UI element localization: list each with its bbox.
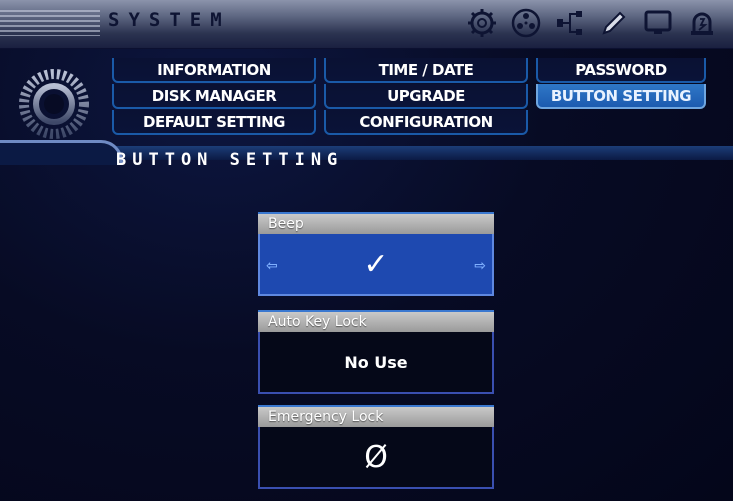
menu-item-default-setting[interactable]: DEFAULT SETTING [112, 110, 316, 135]
system-menu: INFORMATION TIME / DATE PASSWORD DISK MA… [112, 58, 706, 135]
reel-icon[interactable] [509, 6, 543, 40]
empty-set-icon: Ø [364, 439, 388, 475]
menu-item-configuration[interactable]: CONFIGURATION [324, 110, 528, 135]
menu-item-disk-manager[interactable]: DISK MANAGER [112, 84, 316, 109]
alarm-icon[interactable] [685, 6, 719, 40]
section-title: BUTTON SETTING [116, 150, 344, 170]
setting-beep: Beep ⇦ ✓ ⇨ [258, 212, 494, 296]
emergency-lock-value-selector[interactable]: Ø [258, 427, 494, 489]
beep-value-selector[interactable]: ⇦ ✓ ⇨ [258, 234, 494, 296]
checkmark-icon: ✓ [363, 246, 389, 282]
app-title: SYSTEM [108, 9, 231, 31]
setting-label: Emergency Lock [258, 405, 494, 427]
menu-item-information[interactable]: INFORMATION [112, 58, 316, 83]
pen-icon[interactable] [597, 6, 631, 40]
menu-item-time-date[interactable]: TIME / DATE [324, 58, 528, 83]
section-divider-curve [0, 140, 123, 165]
auto-key-lock-value-selector[interactable]: No Use [258, 332, 494, 394]
setting-label: Beep [258, 212, 494, 234]
setting-auto-key-lock: Auto Key Lock No Use [258, 310, 494, 394]
topbar-streaks [0, 10, 100, 36]
top-bar: SYSTEM [0, 0, 733, 49]
menu-item-button-setting[interactable]: BUTTON SETTING [536, 84, 706, 109]
setting-emergency-lock: Emergency Lock Ø [258, 405, 494, 489]
network-icon[interactable] [553, 6, 587, 40]
monitor-icon[interactable] [641, 6, 675, 40]
system-screen: SYSTEM INFORMATION TIME / DATE PASSWORD … [0, 0, 733, 501]
gear-icon[interactable] [465, 6, 499, 40]
menu-item-empty [536, 110, 706, 135]
arrow-right-icon[interactable]: ⇨ [474, 258, 486, 274]
toolbar-icons [465, 6, 719, 40]
setting-value: No Use [344, 352, 408, 372]
menu-item-password[interactable]: PASSWORD [536, 58, 706, 83]
gear-logo [16, 58, 92, 150]
arrow-left-icon[interactable]: ⇦ [266, 258, 278, 274]
menu-item-upgrade[interactable]: UPGRADE [324, 84, 528, 109]
setting-label: Auto Key Lock [258, 310, 494, 332]
